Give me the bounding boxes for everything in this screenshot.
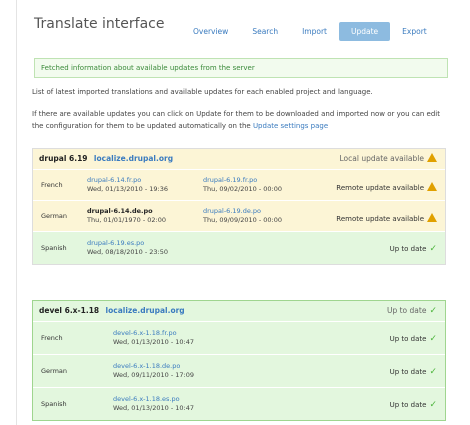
local-column: devel-6.x-1.18.es.po Wed, 01/13/2010 - 1… [113, 395, 194, 413]
local-date: Wed, 01/13/2010 - 19:36 [87, 185, 168, 193]
row-status: Up to date ✓ [390, 367, 437, 377]
local-file-link[interactable]: drupal-6.14.fr.po [87, 176, 168, 185]
table-row: French devel-6.x-1.18.fr.po Wed, 01/13/2… [33, 321, 445, 354]
description-body: If there are available updates you can c… [32, 110, 440, 130]
tab-bar: Overview Search Import Update Export [181, 22, 439, 41]
local-file-link[interactable]: devel-6.x-1.18.fr.po [113, 329, 194, 338]
remote-date: Thu, 09/09/2010 - 00:00 [203, 216, 283, 224]
row-language: Spanish [41, 400, 67, 408]
table-row: German drupal-6.14.de.po Thu, 01/01/1970… [33, 200, 445, 231]
page-header: Translate interface Overview Search Impo… [16, 8, 470, 52]
project-status: Up to date ✓ [387, 301, 437, 321]
row-status-text: Up to date [389, 245, 427, 253]
row-language: French [41, 181, 63, 189]
local-column: drupal-6.14.de.po Thu, 01/01/1970 - 02:0… [87, 207, 166, 225]
project-status-text: Up to date [386, 306, 427, 315]
local-column: devel-6.x-1.18.de.po Wed, 09/11/2010 - 1… [113, 362, 194, 380]
local-file-link[interactable]: drupal-6.14.de.po [87, 207, 166, 216]
row-status-text: Up to date [389, 401, 427, 409]
table-row: Spanish devel-6.x-1.18.es.po Wed, 01/13/… [33, 387, 445, 420]
local-date: Wed, 09/11/2010 - 17:09 [113, 371, 194, 379]
local-date: Wed, 01/13/2010 - 10:47 [113, 338, 194, 346]
tab-import[interactable]: Import [290, 22, 339, 41]
remote-file-link[interactable]: drupal-6.19.de.po [203, 207, 282, 216]
local-file-link[interactable]: devel-6.x-1.18.es.po [113, 395, 194, 404]
project-status: Local update available [339, 149, 437, 169]
local-date: Wed, 01/13/2010 - 10:47 [113, 404, 194, 412]
project-header: drupal 6.19 localize.drupal.org Local up… [33, 149, 445, 169]
update-settings-link[interactable]: Update settings page [253, 122, 328, 130]
project-drupal: drupal 6.19 localize.drupal.org Local up… [32, 148, 446, 265]
project-devel: devel 6.x-1.18 localize.drupal.org Up to… [32, 300, 446, 421]
row-status: Remote update available [336, 181, 437, 192]
local-date: Thu, 01/01/1970 - 02:00 [87, 216, 167, 224]
tab-export[interactable]: Export [390, 22, 439, 41]
tab-search[interactable]: Search [240, 22, 290, 41]
table-row: Spanish drupal-6.19.es.po Wed, 08/18/201… [33, 231, 445, 264]
warning-triangle-icon [427, 153, 437, 162]
project-link[interactable]: localize.drupal.org [106, 306, 185, 315]
row-status: Up to date ✓ [390, 244, 437, 254]
row-status-text: Remote update available [336, 184, 424, 192]
local-date: Wed, 08/18/2010 - 23:50 [87, 248, 168, 256]
checkmark-icon: ✓ [429, 334, 437, 344]
checkmark-icon: ✓ [429, 367, 437, 377]
project-header: devel 6.x-1.18 localize.drupal.org Up to… [33, 301, 445, 321]
project-status-text: Local update available [339, 154, 425, 163]
checkmark-icon: ✓ [429, 400, 437, 410]
warning-triangle-icon [427, 213, 437, 222]
row-language: Spanish [41, 244, 67, 252]
table-row: German devel-6.x-1.18.de.po Wed, 09/11/2… [33, 354, 445, 387]
tab-overview[interactable]: Overview [181, 22, 240, 41]
local-column: drupal-6.19.es.po Wed, 08/18/2010 - 23:5… [87, 239, 168, 257]
description-text-2: If there are available updates you can c… [32, 108, 442, 132]
checkmark-icon: ✓ [429, 306, 437, 316]
row-language: French [41, 334, 63, 342]
remote-column: drupal-6.19.fr.po Thu, 09/02/2010 - 00:0… [203, 176, 282, 194]
description-text: List of latest imported translations and… [32, 88, 373, 96]
local-file-link[interactable]: drupal-6.19.es.po [87, 239, 168, 248]
checkmark-icon: ✓ [429, 244, 437, 254]
row-status-text: Up to date [389, 335, 427, 343]
tab-update[interactable]: Update [339, 22, 391, 41]
row-status: Up to date ✓ [390, 334, 437, 344]
local-column: devel-6.x-1.18.fr.po Wed, 01/13/2010 - 1… [113, 329, 194, 347]
project-name: drupal 6.19 [39, 154, 88, 163]
local-file-link[interactable]: devel-6.x-1.18.de.po [113, 362, 194, 371]
warning-triangle-icon [427, 182, 437, 191]
local-column: drupal-6.14.fr.po Wed, 01/13/2010 - 19:3… [87, 176, 168, 194]
row-status-text: Up to date [389, 368, 427, 376]
status-message: Fetched information about available upda… [34, 58, 448, 78]
row-language: German [41, 367, 68, 375]
row-status: Remote update available [336, 212, 437, 223]
table-row: French drupal-6.14.fr.po Wed, 01/13/2010… [33, 169, 445, 200]
remote-column: drupal-6.19.de.po Thu, 09/09/2010 - 00:0… [203, 207, 282, 225]
remote-date: Thu, 09/02/2010 - 00:00 [203, 185, 283, 193]
row-status-text: Remote update available [336, 215, 424, 223]
page-title: Translate interface [34, 16, 165, 32]
row-language: German [41, 212, 68, 220]
project-link[interactable]: localize.drupal.org [94, 154, 173, 163]
row-status: Up to date ✓ [390, 400, 437, 410]
project-name: devel 6.x-1.18 [39, 306, 100, 315]
remote-file-link[interactable]: drupal-6.19.fr.po [203, 176, 282, 185]
